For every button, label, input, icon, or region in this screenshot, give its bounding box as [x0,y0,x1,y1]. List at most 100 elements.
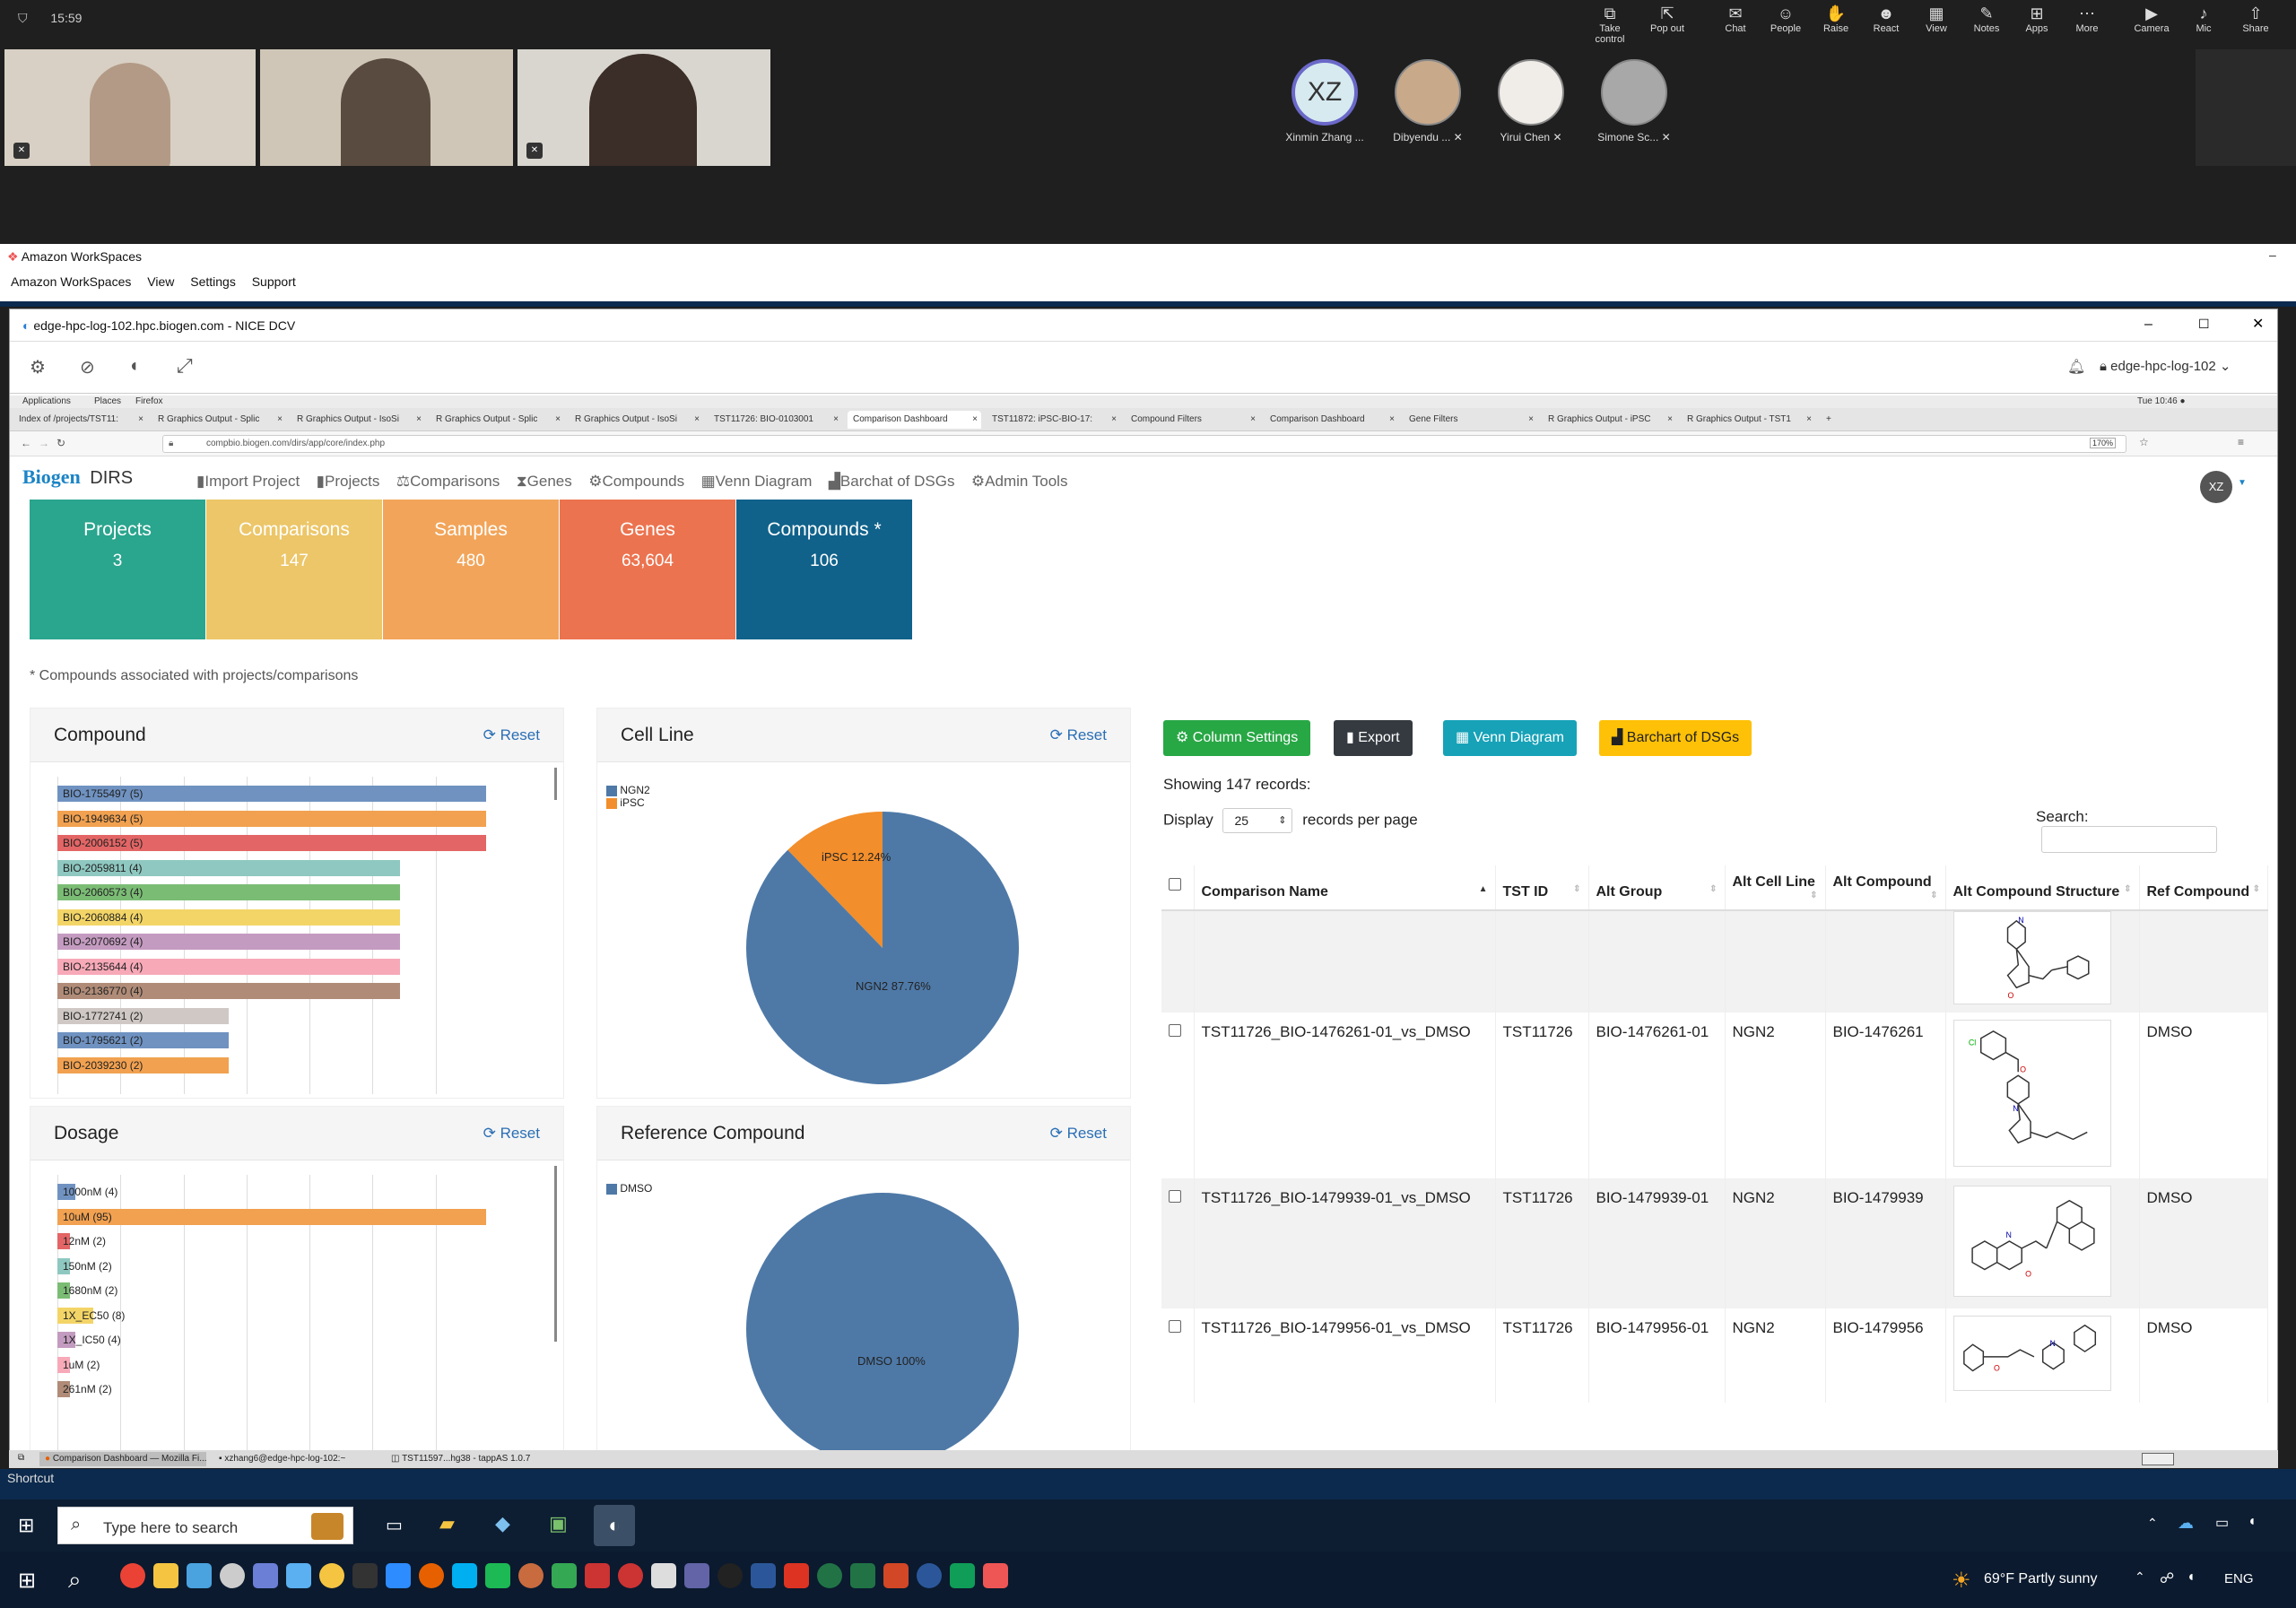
bar[interactable]: BIO-2070692 (4) [57,934,400,950]
close-tab-icon[interactable]: × [1528,411,1534,429]
select-all-checkbox[interactable] [1169,878,1181,891]
toolbar-take-control-button[interactable]: ⧉ Take control [1584,4,1636,45]
bar[interactable]: 261nM (2) [57,1381,112,1397]
bar[interactable]: BIO-1755497 (5) [57,786,486,802]
browser-tab[interactable]: R Graphics Output - IsoSi × [570,411,703,429]
fullscreen-icon[interactable]: ⤢ [177,354,193,378]
nav-admin-tools[interactable]: ⚙Admin Tools [971,473,1068,490]
reload-icon[interactable]: ↻ [57,437,65,449]
show-desktop-icon[interactable]: ⧉ [18,1453,24,1463]
task-tappas[interactable]: ◫ TST11597...hg38 - tappAS 1.0.7 [386,1452,552,1466]
th-comparison-name[interactable]: Comparison Name ▲ [1194,865,1496,911]
alt-compound-link[interactable]: BIO-1479956 [1825,1308,1946,1403]
weather-text[interactable]: 69°F Partly sunny [1984,1571,2097,1587]
menu-icon[interactable]: ≡ [2238,436,2244,448]
address-input[interactable]: 🔒︎ compbio.biogen.com/dirs/app/core/inde… [162,435,2126,453]
gnome-applications-menu[interactable]: Applications [22,396,71,406]
forward-icon[interactable]: → [39,437,49,449]
nav-compounds[interactable]: ⚙Compounds [588,473,684,490]
notes-icon[interactable] [319,1563,344,1588]
bar[interactable]: BIO-1949634 (5) [57,810,486,827]
close-icon[interactable]: ✕ [2252,315,2264,333]
th-ref-compound[interactable]: Ref Compound ⇕ [2139,865,2268,911]
compound-structure-image[interactable]: NO [1952,1186,2111,1297]
nav-venn-diagram[interactable]: ▦Venn Diagram [701,473,813,490]
maximize-icon[interactable]: ☐ [2198,317,2210,332]
tst-id-link[interactable]: TST11726 [1495,1013,1589,1178]
compound-structure-image[interactable]: ON [1952,1316,2111,1391]
comparison-name-link[interactable]: TST11726_BIO-1476261-01_vs_DMSO [1194,1013,1496,1178]
table-row[interactable]: TST11726_BIO-1479956-01_vs_DMSO TST11726… [1161,1308,2268,1403]
participant-simone[interactable]: Simone Sc... ✕ [1580,59,1688,143]
stat-card-compounds[interactable]: Compounds * 106 [736,500,912,639]
th-alt-group[interactable]: Alt Group ⇕ [1588,865,1726,911]
scrollbar[interactable] [554,1166,557,1342]
bar[interactable]: 1uM (2) [57,1356,100,1373]
app-icon[interactable] [552,1563,577,1588]
toolbar-more-button[interactable]: ⋯ More [2061,4,2113,34]
refcompound-pie-chart[interactable]: DMSO 100% [669,1160,1064,1452]
terminal-icon[interactable] [718,1563,743,1588]
browser-tab[interactable]: Gene Filters × [1404,411,1537,429]
excel-icon[interactable] [850,1563,875,1588]
bar[interactable]: BIO-2060884 (4) [57,908,400,926]
alt-compound-link[interactable]: BIO-1479939 [1825,1178,1946,1308]
barchart-dsgs-button[interactable]: ▟ Barchart of DSGs [1599,720,1752,756]
minimize-icon[interactable]: – [2144,317,2152,333]
caret-down-icon[interactable]: ▼ [2238,478,2247,488]
bar[interactable]: BIO-2136770 (4) [57,983,400,999]
menu-amazon-workspaces[interactable]: Amazon WorkSpaces [11,274,131,289]
tst-id-link[interactable]: TST11726 [1495,1308,1589,1403]
close-tab-icon[interactable]: × [138,411,144,429]
video-tile-2[interactable] [260,49,513,166]
bar[interactable]: 1680nM (2) [57,1282,117,1299]
terminal-icon[interactable] [352,1563,378,1588]
task-firefox[interactable]: ● Comparison Dashboard — Mozilla Fi... [39,1452,206,1466]
close-tab-icon[interactable]: × [1806,411,1812,429]
browser-tab[interactable]: Comparison Dashboard × [848,411,981,429]
browser-tab[interactable]: Comparison Dashboard × [1265,411,1398,429]
bar[interactable]: 1X_EC50 (8) [57,1307,125,1324]
nav-import-project[interactable]: ▮Import Project [196,473,300,490]
onedrive-icon[interactable]: ☁ [2178,1514,2194,1533]
browser-tab[interactable]: TST11726: BIO-0103001 × [709,411,842,429]
menu-view[interactable]: View [147,274,174,289]
nav-barchat-dsgs[interactable]: ▟Barchat of DSGs [829,473,955,490]
zoom-level[interactable]: 170% [2090,438,2117,448]
file-explorer-icon[interactable]: ▰ [439,1512,455,1535]
export-button[interactable]: ▮ Export [1334,720,1413,756]
search-input[interactable] [2041,826,2217,853]
volume-icon[interactable]: ◖ [2248,1514,2257,1530]
dosage-reset-button[interactable]: ⟳ Reset [483,1125,540,1143]
bar[interactable]: BIO-2059811 (4) [57,859,400,876]
participant-xinmin[interactable]: XZ Xinmin Zhang ... [1271,59,1378,143]
bar[interactable]: 10uM (95) [57,1208,486,1225]
language-indicator[interactable]: ENG [2224,1571,2254,1586]
browser-tab[interactable]: R Graphics Output - Splic × [152,411,286,429]
brand-logo[interactable]: Biogen DIRS [22,465,133,494]
toolbar-share-button[interactable]: ⇧ Share [2230,4,2282,34]
task-view-icon[interactable]: ▭ [386,1514,403,1536]
app-icon[interactable]: ◆ [495,1512,510,1535]
workspaces-icon[interactable] [983,1563,1008,1588]
nav-projects[interactable]: ▮Projects [317,473,380,490]
search-box[interactable]: ⌕ Type here to search [57,1507,353,1544]
bell-icon[interactable]: 🔔︎ [2067,358,2085,376]
stat-card-comparisons[interactable]: Comparisons 147 [206,500,382,639]
participant-dibyendu[interactable]: Dibyendu ... ✕ [1374,59,1482,143]
close-tab-icon[interactable]: × [277,411,283,429]
compound-bar-chart[interactable]: BIO-1755497 (5) BIO-1949634 (5) BIO-200615… [30,762,551,1094]
close-tab-icon[interactable]: × [972,411,978,429]
toolbar-chat-button[interactable]: ✉ Chat [1709,4,1761,34]
nav-genes[interactable]: ⧗Genes [517,473,572,490]
back-icon[interactable]: ← [21,437,31,449]
toolbar-mic-button[interactable]: ♪ Mic [2178,4,2230,34]
th-alt-compound-structure[interactable]: Alt Compound Structure ⇕ [1945,865,2140,911]
row-checkbox[interactable] [1169,1024,1181,1037]
toolbar-pop-out-button[interactable]: ⇱ Pop out [1641,4,1693,34]
gnome-firefox-menu[interactable]: Firefox [135,396,163,406]
app-icon[interactable]: ▣ [549,1512,568,1535]
toolbar-people-button[interactable]: ☺ People [1760,4,1812,34]
chrome-icon[interactable] [120,1563,145,1588]
app-icon[interactable] [817,1563,842,1588]
